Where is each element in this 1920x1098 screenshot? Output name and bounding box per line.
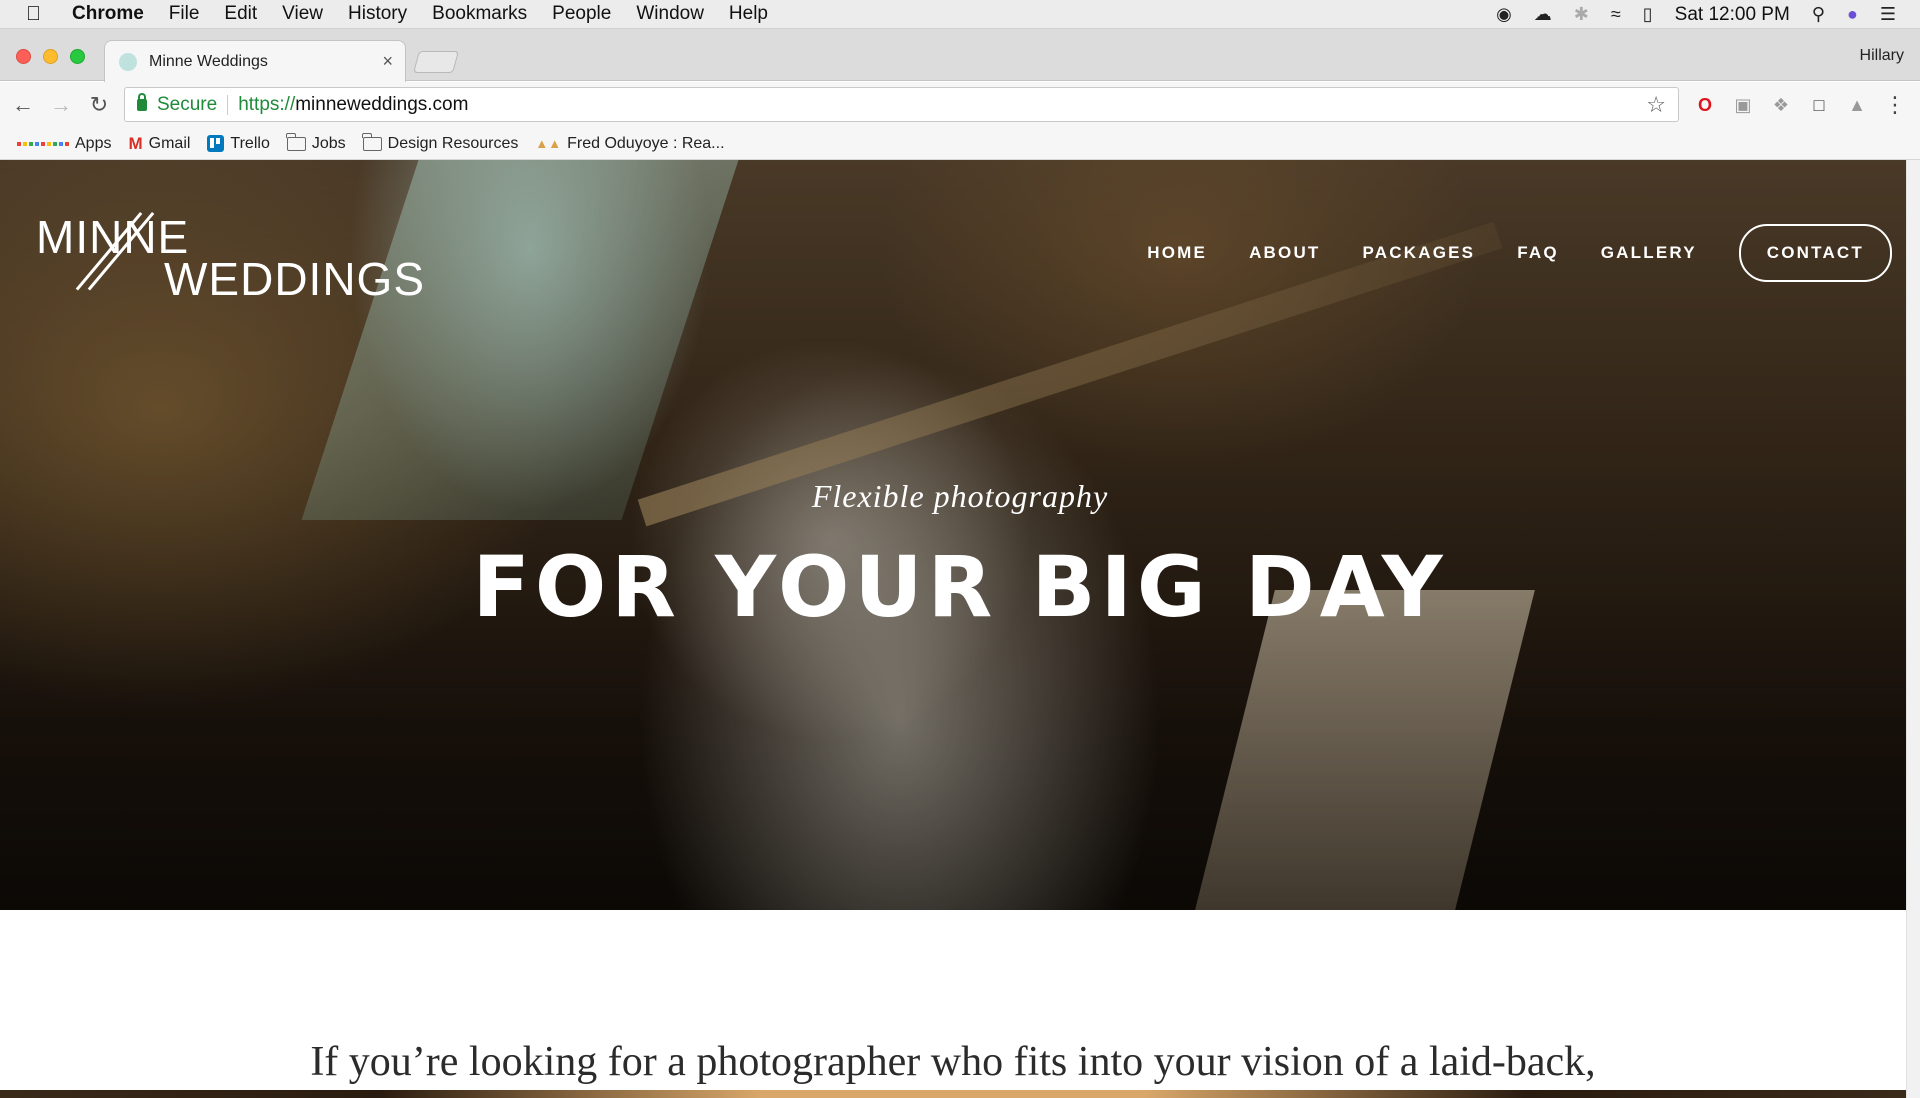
intro-text: If you’re looking for a photographer who… <box>310 1039 1596 1085</box>
notification-center-icon[interactable]: ☰ <box>1880 4 1896 25</box>
back-arrow-icon[interactable]: ← <box>8 92 38 118</box>
menu-people[interactable]: People <box>552 3 611 25</box>
tab-title: Minne Weddings <box>149 52 268 70</box>
chrome-menu-icon[interactable]: ⋮ <box>1884 92 1906 117</box>
wifi-icon[interactable]: ≈ <box>1611 4 1621 25</box>
menu-edit[interactable]: Edit <box>224 3 257 25</box>
bookmark-apps[interactable]: Apps <box>17 135 111 153</box>
browser-toolbar: ← → ↻ Secure https:// minneweddings.com … <box>0 82 1920 128</box>
screenshot-extension-icon[interactable]: □ <box>1808 94 1830 116</box>
bookmark-jobs[interactable]: Jobs <box>286 132 346 153</box>
apple-menu-icon[interactable]:  <box>26 3 50 26</box>
site-logo[interactable]: MINNE WEDDINGS <box>36 210 424 310</box>
bookmark-label: Design Resources <box>387 134 519 152</box>
menu-history[interactable]: History <box>348 3 407 25</box>
site-nav: HOME ABOUT PACKAGES FAQ GALLERY CONTACT <box>1105 224 1892 282</box>
menu-app-name[interactable]: Chrome <box>72 3 144 25</box>
hero-title: FOR YOUR BIG DAY <box>472 538 1448 636</box>
address-separator <box>227 94 229 115</box>
menu-file[interactable]: File <box>169 3 200 25</box>
minimize-window-button[interactable] <box>43 49 58 64</box>
bluetooth-icon[interactable]: ✱ <box>1574 4 1589 25</box>
menu-bar-clock[interactable]: Sat 12:00 PM <box>1675 4 1790 26</box>
bookmark-label: Fred Oduyoye : Rea... <box>567 134 725 152</box>
hero-banner: MINNE WEDDINGS HOME ABOUT PACKAGES FAQ G… <box>0 160 1920 910</box>
bookmark-design-resources[interactable]: Design Resources <box>362 132 519 153</box>
opera-extension-icon[interactable]: O <box>1694 94 1716 116</box>
close-window-button[interactable] <box>16 49 31 64</box>
nav-gallery[interactable]: GALLERY <box>1601 243 1697 263</box>
bookmark-fred-oduyoye[interactable]: ▲▲ Fred Oduyoye : Rea... <box>535 135 724 153</box>
next-section-image-edge <box>0 1090 1906 1098</box>
hero-subtitle: Flexible photography <box>811 478 1109 514</box>
fullscreen-window-button[interactable] <box>70 49 85 64</box>
bookmark-label: Gmail <box>148 134 191 152</box>
bookmarks-bar: Apps M Gmail Trello Jobs Design Resource… <box>0 128 1920 160</box>
address-bar[interactable]: Secure https:// minneweddings.com ☆ <box>124 87 1679 122</box>
nav-about[interactable]: ABOUT <box>1249 243 1320 263</box>
cloud-upload-icon[interactable]: ☁ <box>1534 4 1552 25</box>
reload-icon[interactable]: ↻ <box>84 92 114 118</box>
drive-extension-icon[interactable]: ▲ <box>1846 94 1868 116</box>
spotlight-search-icon[interactable]: ⚲ <box>1812 4 1825 25</box>
nav-packages[interactable]: PACKAGES <box>1363 243 1476 263</box>
macos-menu-bar:  Chrome File Edit View History Bookmark… <box>0 0 1920 29</box>
profile-name[interactable]: Hillary <box>1860 47 1904 65</box>
battery-charging-icon[interactable]: ▯ <box>1643 4 1653 25</box>
bookmark-star-icon[interactable]: ☆ <box>1646 92 1666 118</box>
bookmark-label: Jobs <box>311 134 346 152</box>
window-controls <box>16 49 85 64</box>
bookmark-trello[interactable]: Trello <box>207 134 270 153</box>
tab-minne-weddings[interactable]: Minne Weddings × <box>104 40 406 82</box>
extension-icons: O ▣ ❖ □ ▲ ⋮ <box>1694 82 1906 128</box>
new-tab-button[interactable] <box>413 51 459 73</box>
menu-help[interactable]: Help <box>729 3 768 25</box>
apps-grid-icon <box>17 141 69 146</box>
extension-k-icon[interactable]: ▣ <box>1732 94 1754 116</box>
fred-favicon-icon: ▲▲ <box>535 136 562 151</box>
logo-line-2: WEDDINGS <box>164 253 425 305</box>
trello-icon <box>207 135 225 152</box>
bookmark-label: Apps <box>75 134 112 152</box>
lock-icon[interactable] <box>137 92 147 111</box>
siri-icon[interactable]: ● <box>1847 4 1858 25</box>
nav-home[interactable]: HOME <box>1147 243 1207 263</box>
url-host[interactable]: minneweddings.com <box>295 94 468 116</box>
nav-faq[interactable]: FAQ <box>1517 243 1559 263</box>
menu-view[interactable]: View <box>282 3 323 25</box>
url-scheme[interactable]: https:// <box>238 94 295 116</box>
menu-window[interactable]: Window <box>636 3 704 25</box>
menu-bar-status-area: ◉ ☁ ✱ ≈ ▯ Sat 12:00 PM ⚲ ● ☰ <box>1496 0 1896 29</box>
bookmark-label: Trello <box>230 134 270 152</box>
dropbox-extension-icon[interactable]: ❖ <box>1770 94 1792 116</box>
secure-label[interactable]: Secure <box>157 94 217 116</box>
creative-cloud-icon[interactable]: ◉ <box>1496 4 1512 25</box>
gmail-icon: M <box>128 133 143 153</box>
contact-button[interactable]: CONTACT <box>1738 224 1892 282</box>
site-favicon-icon <box>119 52 137 71</box>
browser-tab-strip: Minne Weddings × Hillary <box>0 29 1920 82</box>
folder-icon <box>286 132 306 151</box>
folder-icon <box>362 132 382 151</box>
menu-bookmarks[interactable]: Bookmarks <box>432 3 527 25</box>
forward-arrow-icon[interactable]: → <box>46 92 76 118</box>
bookmark-gmail[interactable]: M Gmail <box>128 134 190 154</box>
tab-close-icon[interactable]: × <box>382 51 393 72</box>
page-scrollbar[interactable] <box>1906 160 1920 1098</box>
